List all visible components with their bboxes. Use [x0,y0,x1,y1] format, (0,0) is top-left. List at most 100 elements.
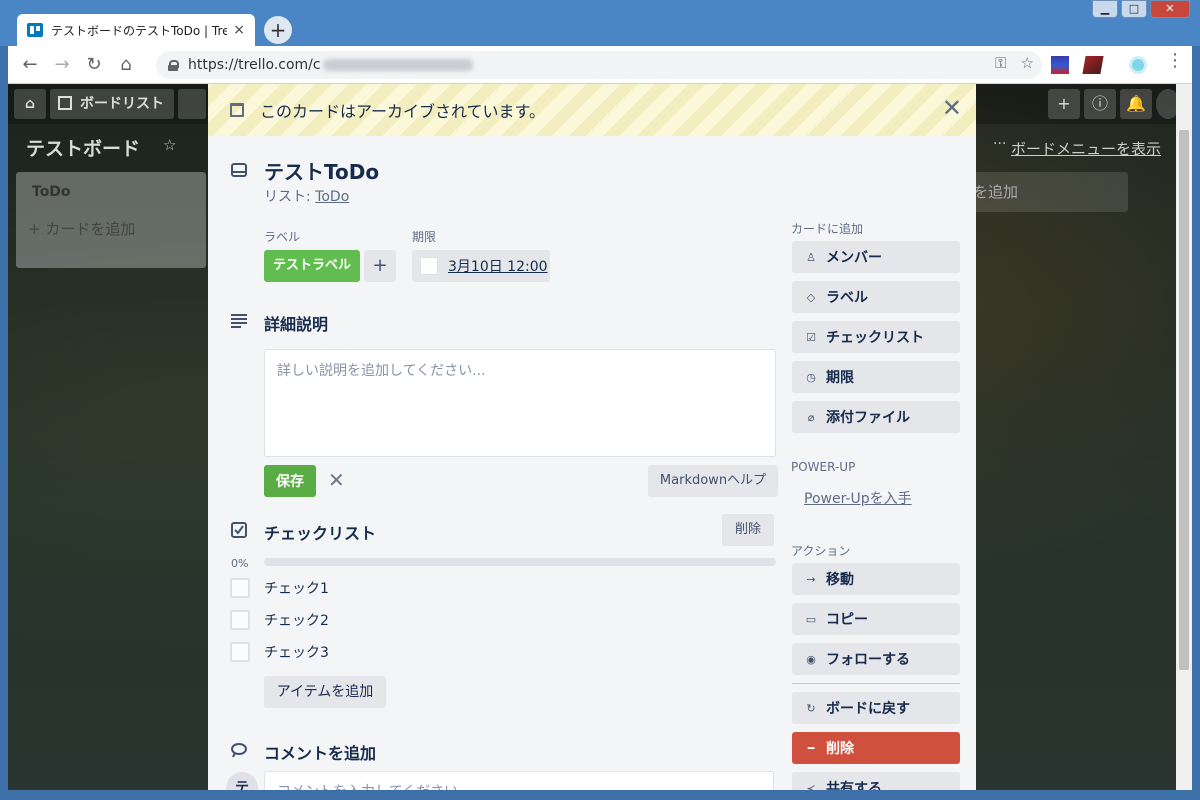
add-label-button[interactable]: + [364,250,396,282]
button-label: チェックリスト [826,330,924,346]
tab-title: テストボードのテストToDo | Trello [51,23,228,38]
delete-checklist-button[interactable]: 削除 [722,514,774,546]
checklist-checkbox[interactable] [230,642,250,662]
checklist-progress-bar [264,558,776,566]
due-heading: 期限 [412,230,437,244]
window-close-button[interactable]: ✕ [1150,0,1190,18]
send-to-board-button[interactable]: ↻ ボードに戻す [792,692,960,724]
back-icon[interactable]: ← [14,49,46,81]
checklist-item-text[interactable]: チェック3 [264,642,329,662]
profile-avatar-icon[interactable] [1129,56,1147,74]
sidebar-attachment-button[interactable]: ⌀ 添付ファイル [792,401,960,433]
key-icon[interactable]: ⚿ [995,54,1006,72]
bookmark-star-icon[interactable]: ☆ [1021,54,1034,72]
delete-card-button[interactable]: ━ 削除 [792,732,960,764]
checklist-item[interactable]: チェック1 [230,576,329,600]
tab-close-icon[interactable]: × [233,22,245,38]
minimize-button[interactable]: ▁ [1092,0,1118,18]
description-icon [231,314,247,328]
board-title[interactable]: テストボード [26,134,140,161]
powerup-heading: POWER-UP [791,460,856,474]
get-powerups-link[interactable]: Power-Upを入手 [804,488,912,508]
attachment-icon: ⌀ [807,410,815,424]
list-title[interactable]: ToDo [32,184,71,200]
search-box[interactable] [178,89,206,119]
new-tab-button[interactable]: + [264,16,292,44]
archived-banner: このカードはアーカイブされています。 ✕ [208,84,976,136]
browser-tab[interactable]: テストボードのテストToDo | Trello × [17,14,255,46]
save-button[interactable]: 保存 [264,465,316,497]
boards-label: ボードリスト [80,96,164,112]
url-text: https://trello.com/c [188,57,321,73]
show-board-menu-link[interactable]: ボードメニューを表示 [1011,138,1161,159]
cancel-icon[interactable]: ✕ [328,468,345,492]
checklist-icon [231,522,247,538]
button-label: 削除 [826,741,854,757]
divider [792,683,960,684]
sidebar-members-button[interactable]: ♙ メンバー [792,241,960,273]
member-icon: ♙ [806,250,816,264]
sidebar-due-date-button[interactable]: ◷ 期限 [792,361,960,393]
checklist-checkbox[interactable] [230,610,250,630]
copy-button[interactable]: ▭ コピー [792,603,960,635]
member-avatar[interactable] [1156,89,1176,119]
comment-input[interactable] [264,771,774,790]
checklist-item-text[interactable]: チェック1 [264,578,329,598]
sidebar-labels-button[interactable]: ◇ ラベル [792,281,960,313]
address-bar[interactable]: https://trello.com/c ⚿ ☆ [156,51,1042,79]
browser-menu-icon[interactable]: ⋮ [1166,50,1184,71]
button-label: メンバー [826,250,882,266]
close-icon[interactable]: ✕ [942,94,962,122]
checklist-item-text[interactable]: チェック2 [264,610,329,630]
more-icon: ··· [993,136,1007,152]
button-label: 移動 [826,572,854,588]
move-button[interactable]: → 移動 [792,563,960,595]
reload-icon[interactable]: ↻ [78,49,110,81]
checklist-checkbox[interactable] [230,578,250,598]
star-icon[interactable]: ☆ [163,136,176,154]
label-icon: ◇ [806,290,816,304]
card-title[interactable]: テストToDo [264,156,379,185]
lock-icon [168,59,179,71]
list-todo: ToDo + カードを追加 [16,172,206,268]
trello-page: ⌂ ボードリスト + ⓘ 🔔 テストボード ☆ ··· ボードメニューを表示 T… [8,84,1176,790]
home-icon[interactable]: ⌂ [110,49,142,81]
scrollbar-thumb[interactable] [1179,130,1189,670]
add-card-link[interactable]: + カードを追加 [28,218,135,239]
due-date-badge[interactable]: 3月10日 12:00 [412,250,550,282]
follow-button[interactable]: ◉ フォローする [792,643,960,675]
description-input[interactable] [264,349,776,457]
eye-icon: ◉ [806,652,816,666]
copy-icon: ▭ [805,612,817,626]
button-label: 添付ファイル [826,410,910,426]
button-label: ラベル [826,290,868,306]
notification-bell-icon[interactable]: 🔔 [1120,89,1152,119]
scrollbar[interactable] [1176,84,1192,790]
labels-heading: ラベル [264,230,301,244]
window-frame [0,790,1200,800]
home-button[interactable]: ⌂ [14,89,46,119]
checklist-heading[interactable]: チェックリスト [264,520,376,544]
maximize-button[interactable]: □ [1121,0,1147,18]
boards-button[interactable]: ボードリスト [50,89,174,119]
actions-heading: アクション [791,544,851,558]
checklist-item[interactable]: チェック3 [230,640,329,664]
markdown-help-button[interactable]: Markdownヘルプ [648,465,778,497]
create-button[interactable]: + [1048,89,1080,119]
sidebar-checklist-button[interactable]: ☑ チェックリスト [792,321,960,353]
share-button[interactable]: ≺ 共有する [792,772,960,790]
label-chip[interactable]: テストラベル [264,250,360,282]
add-item-button[interactable]: アイテムを追加 [264,676,386,708]
card-detail-modal: このカードはアーカイブされています。 ✕ テストToDo リスト: ToDo ラ… [208,84,976,790]
due-date-text[interactable]: 3月10日 12:00 [448,256,548,276]
extension-icon[interactable] [1082,56,1104,74]
button-label: 期限 [826,370,854,386]
avatar[interactable]: テ [226,772,258,790]
due-complete-checkbox[interactable] [420,257,438,275]
list-link[interactable]: ToDo [315,189,349,205]
archive-icon [230,103,244,117]
checklist-item[interactable]: チェック2 [230,608,329,632]
info-icon[interactable]: ⓘ [1084,89,1116,119]
forward-icon[interactable]: → [46,49,78,81]
extension-icon[interactable] [1051,56,1069,74]
